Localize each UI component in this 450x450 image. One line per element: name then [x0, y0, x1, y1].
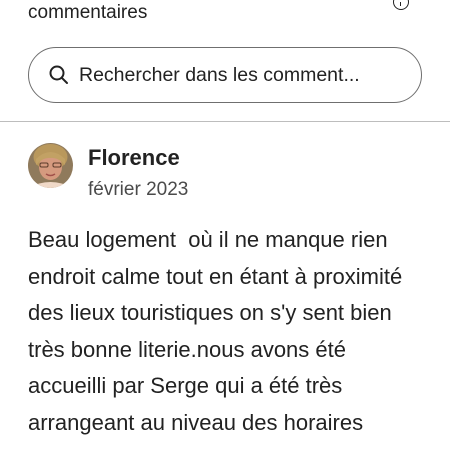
search-icon — [47, 63, 71, 87]
avatar[interactable] — [28, 143, 73, 188]
review-date: février 2023 — [88, 179, 189, 200]
review-text: Beau logement où il ne manque rien endro… — [28, 227, 409, 435]
search-bar[interactable] — [28, 47, 422, 103]
divider — [0, 121, 450, 122]
header-title: commentaires — [28, 2, 148, 23]
search-input[interactable] — [79, 63, 399, 87]
info-icon[interactable] — [393, 0, 409, 10]
reviewer-name: Florence — [88, 145, 180, 170]
